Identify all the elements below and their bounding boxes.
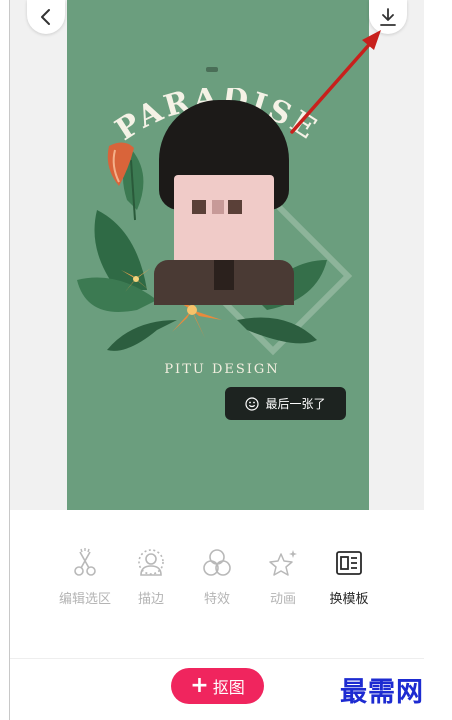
smile-icon xyxy=(245,396,260,411)
portrait-illustration xyxy=(154,100,294,305)
person-outline-icon xyxy=(138,549,164,576)
poster-subtitle: PITU DESIGN xyxy=(164,362,280,377)
tool-label: 动画 xyxy=(269,592,296,607)
tool-outline[interactable]: 描边 xyxy=(116,548,186,607)
tool-label: 描边 xyxy=(137,592,164,607)
poster-preview: PARADISE xyxy=(67,0,369,510)
sparkle-star-icon xyxy=(269,550,297,576)
tool-label: 特效 xyxy=(203,592,230,607)
tool-change-template[interactable]: 换模板 xyxy=(314,548,384,607)
tool-edit-selection[interactable]: 编辑选区 xyxy=(50,548,120,607)
drag-handle[interactable] xyxy=(206,67,218,72)
scissors-icon xyxy=(74,548,96,576)
template-icon xyxy=(336,551,362,575)
toast-text: 最后一张了 xyxy=(265,397,326,411)
tool-label: 换模板 xyxy=(329,592,369,607)
plus-icon: + xyxy=(190,673,209,698)
three-circles-icon xyxy=(203,549,231,576)
download-icon xyxy=(380,8,396,26)
cutout-label: 抠图 xyxy=(212,678,245,697)
tool-animation[interactable]: 动画 xyxy=(248,548,318,607)
small-lily-illustration xyxy=(121,268,151,292)
site-watermark: 最需网 xyxy=(340,677,424,708)
tool-label: 编辑选区 xyxy=(58,592,111,607)
last-one-toast: 最后一张了 xyxy=(225,387,346,420)
chevron-left-icon xyxy=(41,9,50,25)
edit-toolbar: 编辑选区 描边 特效 动画 换模板 xyxy=(10,548,424,618)
cutout-button[interactable]: + 抠图 xyxy=(171,668,264,704)
tool-effects[interactable]: 特效 xyxy=(182,548,252,607)
divider xyxy=(10,658,424,659)
lily-illustration xyxy=(107,142,134,186)
